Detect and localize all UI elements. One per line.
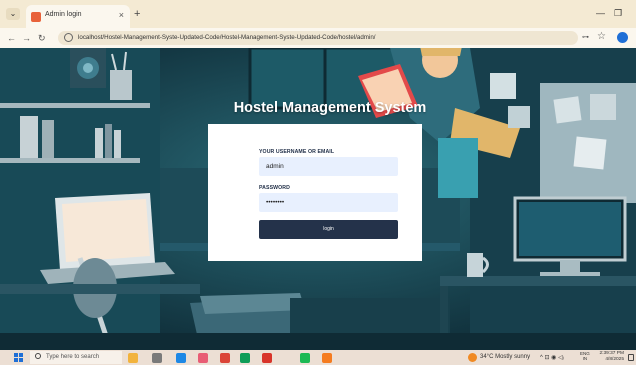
page-title: Hostel Management System	[233, 100, 427, 116]
chrome-icon[interactable]	[220, 353, 230, 363]
spotify-icon[interactable]	[300, 353, 310, 363]
language-region: IN	[582, 356, 588, 361]
clock[interactable]: 2:39:37 PM 4/8/2025	[596, 351, 624, 363]
task-view-icon[interactable]	[152, 353, 162, 363]
weather-text[interactable]: 34°C Mostly sunny	[480, 354, 530, 360]
page-viewport: Hostel Management System YOUR USERNAME O…	[0, 48, 636, 350]
minimize-icon[interactable]: —	[596, 8, 605, 18]
language-indicator[interactable]: ENG IN	[580, 351, 590, 361]
profile-icon[interactable]	[617, 32, 628, 43]
taskbar-search-box[interactable]: Type here to search	[30, 351, 122, 364]
tab-admin-login[interactable]: Admin login ×	[26, 5, 130, 28]
login-card: YOUR USERNAME OR EMAIL PASSWORD login	[208, 124, 422, 261]
explorer-icon[interactable]	[128, 353, 138, 363]
photos-icon[interactable]	[198, 353, 208, 363]
reload-icon[interactable]: ↻	[38, 32, 46, 44]
search-placeholder: Type here to search	[46, 354, 100, 360]
username-input[interactable]	[259, 157, 398, 176]
edge-icon[interactable]	[176, 353, 186, 363]
taskbar: Type here to search 34°C Mostly sunny ^ …	[0, 350, 636, 365]
extensions-icon[interactable]: ⊶	[582, 33, 589, 41]
search-icon	[35, 353, 41, 359]
office-icon[interactable]	[262, 353, 272, 363]
weather-sun-icon[interactable]	[468, 353, 477, 362]
password-input[interactable]	[259, 193, 398, 212]
xampp-icon[interactable]	[322, 353, 332, 363]
notification-icon[interactable]	[628, 354, 634, 361]
login-button[interactable]: login	[259, 220, 398, 239]
new-tab-icon[interactable]: +	[134, 9, 140, 20]
password-label: PASSWORD	[259, 185, 290, 191]
username-label: YOUR USERNAME OR EMAIL	[259, 149, 335, 155]
site-info-icon[interactable]	[64, 33, 73, 42]
system-tray-icons[interactable]: ^ ⊡ ◉ ◁ᵢ	[540, 354, 564, 361]
windows-start-icon[interactable]	[14, 353, 23, 362]
browser-toolbar: ← → ↻ localhost/Hostel-Management-Syste-…	[0, 28, 636, 48]
tab-close-icon[interactable]: ×	[119, 10, 124, 20]
tab-strip: ⌄ Admin login × + — ❐	[0, 0, 636, 28]
tab-title: Admin login	[45, 11, 82, 18]
clock-date: 4/8/2025	[605, 357, 624, 362]
url-text[interactable]: localhost/Hostel-Management-Syste-Update…	[78, 34, 376, 41]
star-icon[interactable]: ☆	[597, 31, 606, 42]
tab-search-dropdown-icon[interactable]: ⌄	[6, 8, 20, 20]
forward-icon[interactable]: →	[22, 32, 31, 44]
address-bar[interactable]: localhost/Hostel-Management-Syste-Update…	[58, 31, 578, 45]
back-icon[interactable]: ←	[7, 32, 16, 44]
store-icon[interactable]	[240, 353, 250, 363]
maximize-icon[interactable]: ❐	[614, 8, 622, 19]
favicon-icon	[31, 12, 41, 22]
